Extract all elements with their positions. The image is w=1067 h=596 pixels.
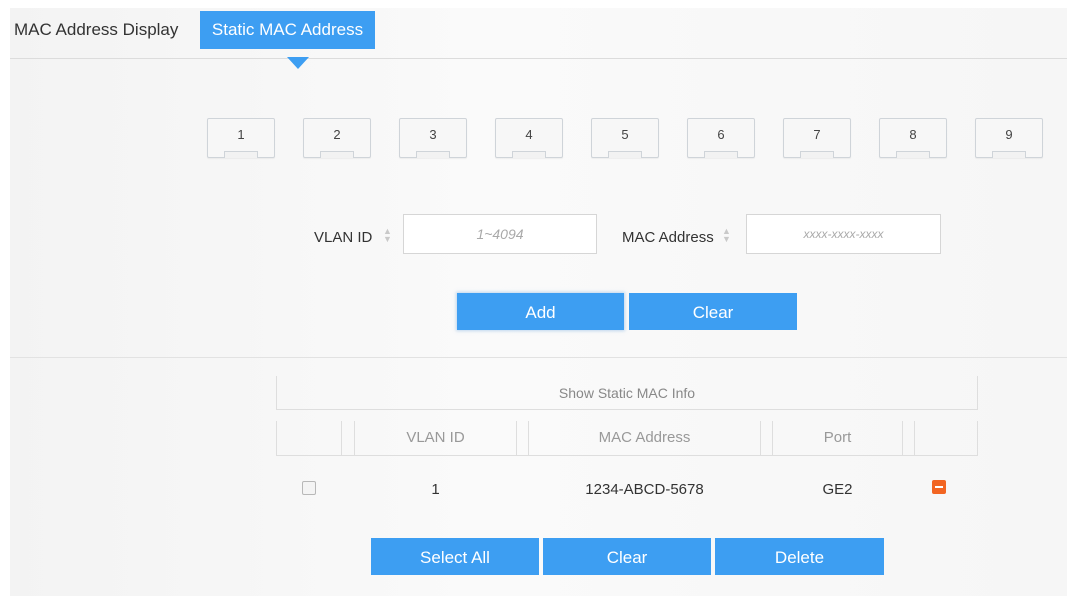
port-slot-icon: [512, 151, 546, 158]
column-header-vlan-id: VLAN ID: [406, 429, 465, 446]
tab-static-mac-address[interactable]: Static MAC Address: [200, 11, 375, 49]
cell-vlan-id: 1: [431, 481, 440, 498]
add-button[interactable]: Add: [457, 293, 624, 330]
delete-button[interactable]: Delete: [715, 538, 884, 575]
port-slot-icon: [800, 151, 834, 158]
port-8-button[interactable]: 8: [879, 118, 947, 158]
port-label: 5: [621, 127, 629, 142]
mac-address-input[interactable]: [746, 214, 941, 254]
header-separator: [276, 421, 277, 455]
port-slot-icon: [992, 151, 1026, 158]
port-7-button[interactable]: 7: [783, 118, 851, 158]
select-all-button[interactable]: Select All: [371, 538, 539, 575]
vlan-id-input[interactable]: [403, 214, 597, 254]
port-slot-icon: [416, 151, 450, 158]
row-select-checkbox[interactable]: [302, 481, 316, 495]
port-5-button[interactable]: 5: [591, 118, 659, 158]
header-separator: [902, 421, 903, 455]
port-9-button[interactable]: 9: [975, 118, 1043, 158]
port-1-button[interactable]: 1: [207, 118, 275, 158]
clear-selection-button[interactable]: Clear: [543, 538, 711, 575]
header-underline: [276, 455, 978, 456]
spin-arrows-icon: ▲ ▼: [383, 226, 392, 244]
mac-address-label: MAC Address: [622, 229, 714, 246]
port-2-button[interactable]: 2: [303, 118, 371, 158]
minus-delete-icon[interactable]: [932, 480, 946, 494]
port-3-button[interactable]: 3: [399, 118, 467, 158]
spin-arrows-icon: ▲ ▼: [722, 226, 731, 244]
port-6-button[interactable]: 6: [687, 118, 755, 158]
port-label: 7: [813, 127, 821, 142]
header-separator: [977, 421, 978, 455]
column-header-port: Port: [823, 429, 852, 446]
header-separator: [914, 421, 915, 455]
port-slot-icon: [224, 151, 258, 158]
vlan-id-label: VLAN ID: [314, 229, 373, 246]
clear-form-button[interactable]: Clear: [629, 293, 797, 330]
active-tab-indicator: [287, 57, 309, 69]
cell-mac-address: 1234-ABCD-5678: [585, 481, 704, 498]
header-separator: [760, 421, 761, 455]
port-label: 3: [429, 127, 437, 142]
port-label: 8: [909, 127, 917, 142]
table-title: Show Static MAC Info: [558, 385, 696, 401]
port-4-button[interactable]: 4: [495, 118, 563, 158]
port-label: 9: [1005, 127, 1013, 142]
column-header-mac-address: MAC Address: [598, 429, 691, 446]
tab-mac-address-display[interactable]: MAC Address Display: [8, 11, 184, 49]
header-separator: [516, 421, 517, 455]
port-slot-icon: [896, 151, 930, 158]
port-label: 4: [525, 127, 533, 142]
cell-port: GE2: [822, 481, 853, 498]
header-separator: [341, 421, 342, 455]
port-label: 1: [237, 127, 245, 142]
port-slot-icon: [320, 151, 354, 158]
section-divider: [10, 357, 1067, 358]
port-label: 6: [717, 127, 725, 142]
port-slot-icon: [704, 151, 738, 158]
port-label: 2: [333, 127, 341, 142]
port-slot-icon: [608, 151, 642, 158]
